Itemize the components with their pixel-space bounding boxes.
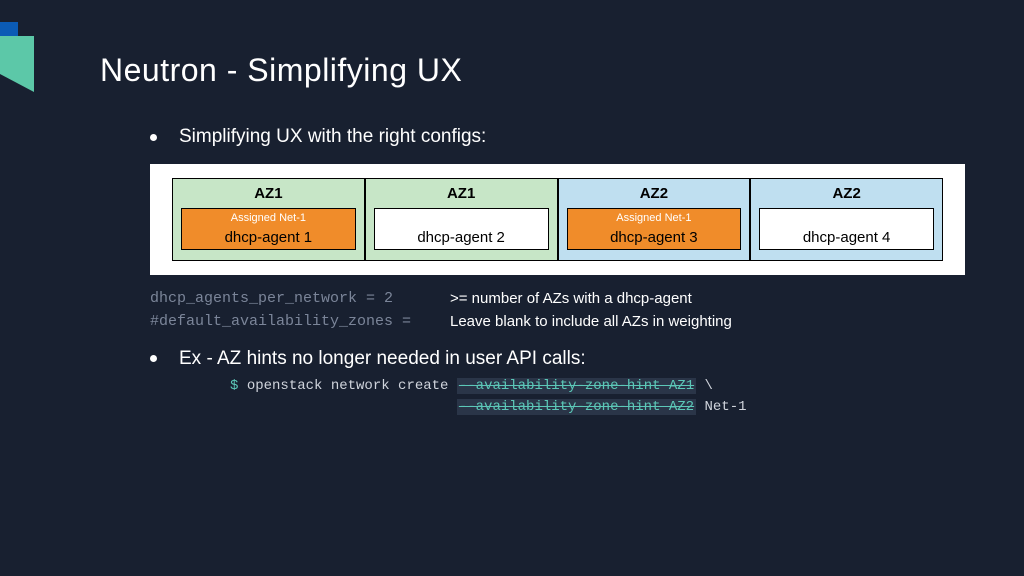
agent-label: dhcp-agent 3 [610,229,698,246]
bullet-1-text: Simplifying UX with the right configs: [179,126,486,148]
assigned-tag: Assigned Net-1 [182,212,355,224]
dhcp-agent-box: Assigned Net-1 dhcp-agent 3 [567,208,742,250]
slide-content: Simplifying UX with the right configs: A… [100,126,964,419]
bullet-icon [150,134,157,141]
config-note-2: Leave blank to include all AZs in weight… [450,310,732,333]
code-strike-2: --availability-zone-hint AZ2 [457,399,696,415]
dhcp-agent-box: dhcp-agent 2 [374,208,549,250]
dhcp-agent-box: Assigned Net-1 dhcp-agent 1 [181,208,356,250]
agent-label: dhcp-agent 4 [803,229,891,246]
dhcp-agent-box: dhcp-agent 4 [759,208,934,250]
bullet-2: Ex - AZ hints no longer needed in user A… [100,348,964,370]
bullet-2-text: Ex - AZ hints no longer needed in user A… [179,348,586,370]
bullet-icon [150,355,157,362]
az-label: AZ2 [759,185,934,202]
az-diagram: AZ1 Assigned Net-1 dhcp-agent 1 AZ1 dhcp… [150,164,965,275]
config-block: dhcp_agents_per_network = 2 #default_ava… [150,287,964,334]
az-label: AZ1 [181,185,356,202]
az-box-1: AZ1 Assigned Net-1 dhcp-agent 1 [172,178,365,261]
agent-label: dhcp-agent 1 [225,229,313,246]
shell-prompt: $ [230,378,247,394]
az-label: AZ1 [374,185,549,202]
code-cmd: openstack network create [247,378,457,394]
bullet-1: Simplifying UX with the right configs: [100,126,964,148]
az-label: AZ2 [567,185,742,202]
code-line-1: $ openstack network create --availabilit… [230,376,964,398]
config-right: >= number of AZs with a dhcp-agent Leave… [450,287,732,334]
agent-label: dhcp-agent 2 [417,229,505,246]
az-box-4: AZ2 dhcp-agent 4 [750,178,943,261]
code-net: Net-1 [696,399,746,415]
code-line-2: --availability-zone-hint AZ2 Net-1 [230,397,964,419]
code-strike-1: --availability-zone-hint AZ1 [457,378,696,394]
code-indent [230,399,457,415]
az-box-2: AZ1 dhcp-agent 2 [365,178,558,261]
code-example: $ openstack network create --availabilit… [230,376,964,419]
slide-title: Neutron - Simplifying UX [100,52,462,89]
config-note-1: >= number of AZs with a dhcp-agent [450,287,732,310]
assigned-tag: Assigned Net-1 [568,212,741,224]
az-box-3: AZ2 Assigned Net-1 dhcp-agent 3 [558,178,751,261]
config-left: dhcp_agents_per_network = 2 #default_ava… [150,287,450,334]
corner-accent-icon [0,22,42,112]
code-continuation: \ [696,378,713,394]
